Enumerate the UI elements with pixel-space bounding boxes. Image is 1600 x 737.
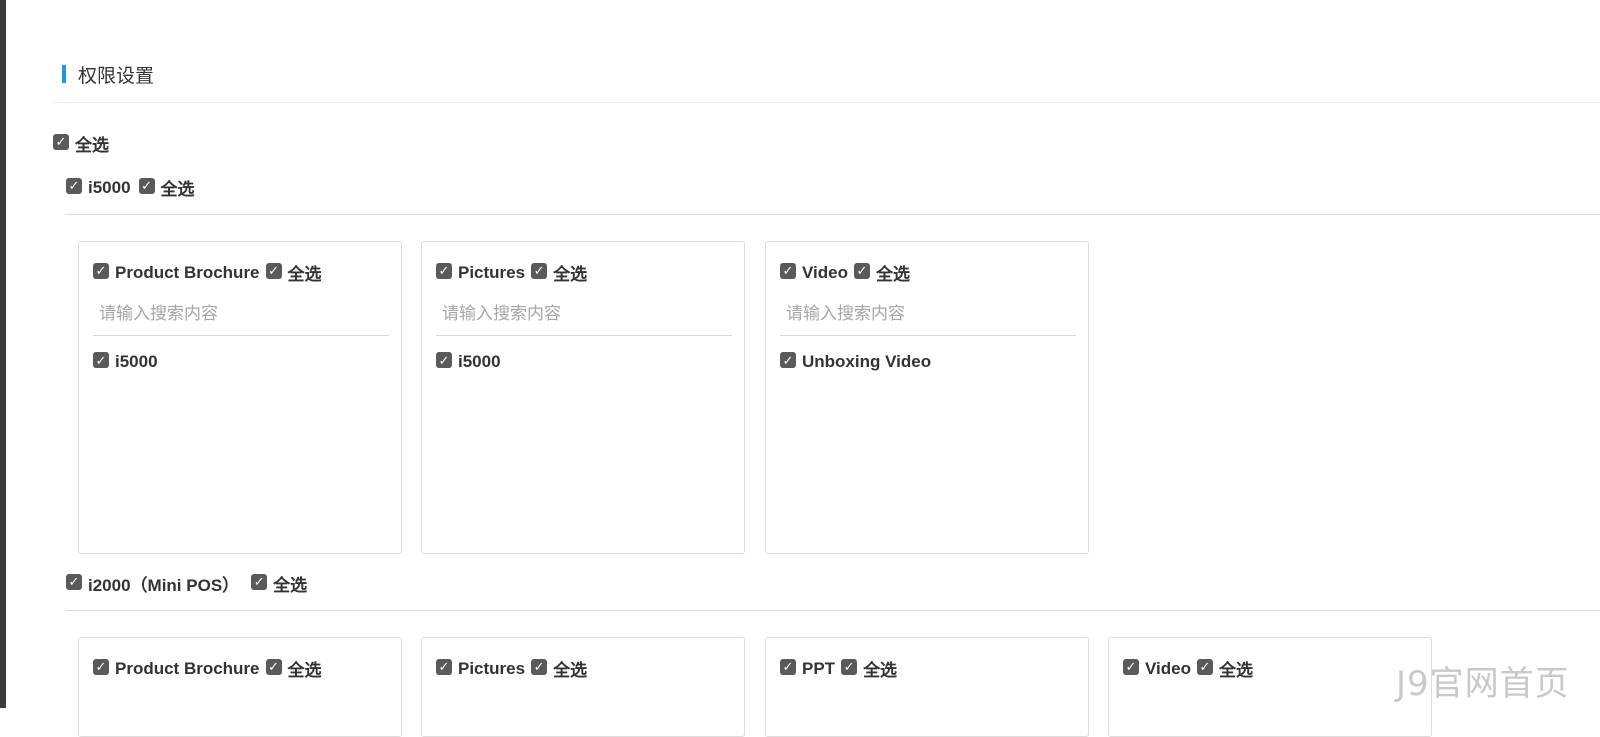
check-icon[interactable]: ✓ — [1123, 658, 1139, 675]
search-input[interactable] — [780, 292, 1076, 336]
group-divider — [66, 214, 1600, 215]
list-item[interactable]: ✓ Unboxing Video — [780, 352, 931, 372]
group-divider — [66, 610, 1600, 611]
card-title: PPT — [802, 658, 836, 678]
check-icon[interactable]: ✓ — [93, 658, 109, 675]
left-scroll-edge — [0, 0, 6, 708]
check-icon[interactable]: ✓ — [853, 262, 870, 279]
check-icon[interactable]: ✓ — [93, 352, 109, 368]
card-ppt: ✓ PPT ✓ 全选 — [765, 637, 1089, 737]
check-icon[interactable]: ✓ — [66, 573, 82, 590]
card-select-all: 全选 — [287, 265, 322, 284]
check-icon[interactable]: ✓ — [265, 262, 282, 279]
check-icon[interactable]: ✓ — [780, 262, 796, 279]
check-icon[interactable]: ✓ — [265, 658, 282, 675]
section-title: 权限设置 — [78, 65, 155, 87]
item-label: Unboxing Video — [802, 352, 932, 371]
check-icon[interactable]: ✓ — [531, 262, 548, 279]
card-select-all: 全选 — [553, 661, 588, 680]
card-select-all: 全选 — [1218, 661, 1253, 680]
card-video: ✓ Video ✓ 全选 ✓ Unboxing Video — [765, 241, 1089, 554]
select-all-global[interactable]: ✓ 全选 — [53, 131, 109, 156]
check-icon[interactable]: ✓ — [780, 658, 796, 675]
card-header: ✓ Product Brochure ✓ 全选 — [93, 260, 322, 285]
card-video: ✓ Video ✓ 全选 — [1108, 637, 1432, 737]
card-header: ✓ Pictures ✓ 全选 — [436, 260, 587, 285]
check-icon[interactable]: ✓ — [436, 658, 452, 675]
check-icon[interactable]: ✓ — [436, 262, 452, 279]
search-input[interactable] — [436, 292, 732, 336]
check-icon[interactable]: ✓ — [251, 573, 268, 590]
group-row-i2000: ✓ i2000（Mini POS） ✓ 全选 — [66, 571, 307, 596]
card-title: Video — [1145, 658, 1191, 678]
card-product-brochure: ✓ Product Brochure ✓ 全选 ✓ i5000 — [78, 241, 402, 554]
group-select-all: 全选 — [273, 576, 308, 595]
card-select-all: 全选 — [287, 661, 322, 680]
card-title: Pictures — [458, 262, 526, 282]
check-icon[interactable]: ✓ — [841, 658, 858, 675]
group-select-all: 全选 — [160, 180, 195, 199]
card-product-brochure: ✓ Product Brochure ✓ 全选 — [78, 637, 402, 737]
item-label: i5000 — [115, 352, 158, 371]
group-name: i5000 — [88, 177, 131, 197]
card-title: Product Brochure — [115, 262, 260, 282]
card-pictures: ✓ Pictures ✓ 全选 — [421, 637, 745, 737]
check-icon[interactable]: ✓ — [138, 177, 155, 194]
list-item[interactable]: ✓ i5000 — [436, 352, 501, 372]
card-header: ✓ Video ✓ 全选 — [1123, 656, 1253, 681]
card-header: ✓ Video ✓ 全选 — [780, 260, 910, 285]
group-name: i2000（Mini POS） — [88, 576, 240, 595]
item-label: i5000 — [458, 352, 501, 371]
check-icon[interactable]: ✓ — [531, 658, 548, 675]
check-icon[interactable]: ✓ — [93, 262, 109, 279]
card-select-all: 全选 — [553, 265, 588, 284]
card-select-all: 全选 — [875, 265, 910, 284]
card-title: Product Brochure — [115, 658, 260, 678]
card-select-all: 全选 — [863, 661, 898, 680]
group-row-i5000: ✓ i5000 ✓ 全选 — [66, 175, 195, 200]
check-icon[interactable]: ✓ — [1196, 658, 1213, 675]
section-accent-bar — [62, 65, 66, 83]
check-icon[interactable]: ✓ — [53, 133, 69, 150]
check-icon[interactable]: ✓ — [780, 352, 796, 368]
watermark: J9官网首页 — [1396, 664, 1570, 704]
card-header: ✓ Pictures ✓ 全选 — [436, 656, 587, 681]
section-header: 权限设置 — [62, 62, 155, 87]
select-all-label: 全选 — [75, 136, 109, 155]
header-divider — [52, 102, 1600, 103]
card-title: Video — [802, 262, 848, 282]
list-item[interactable]: ✓ i5000 — [93, 352, 158, 372]
check-icon[interactable]: ✓ — [66, 177, 82, 194]
card-header: ✓ PPT ✓ 全选 — [780, 656, 897, 681]
search-input[interactable] — [93, 292, 389, 336]
check-icon[interactable]: ✓ — [436, 352, 452, 368]
card-pictures: ✓ Pictures ✓ 全选 ✓ i5000 — [421, 241, 745, 554]
card-header: ✓ Product Brochure ✓ 全选 — [93, 656, 322, 681]
card-title: Pictures — [458, 658, 526, 678]
